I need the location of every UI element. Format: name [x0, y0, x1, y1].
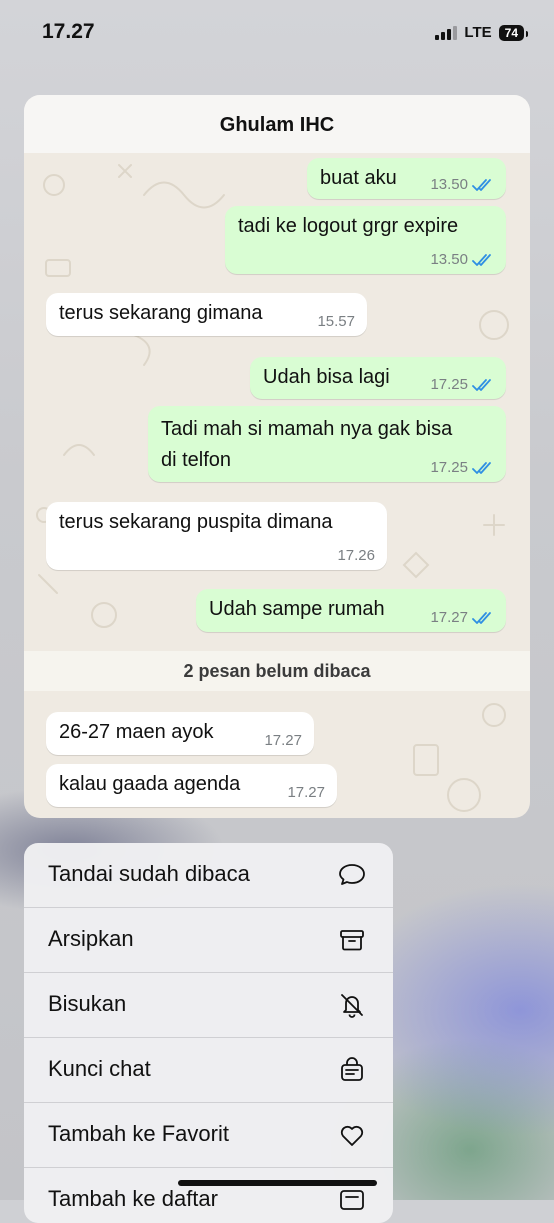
message-text: terus sekarang puspita dimana [59, 511, 333, 533]
message-outgoing[interactable]: Tadi mah si mamah nya gak bisa di telfon… [148, 406, 506, 482]
menu-item-label: Tambah ke Favorit [48, 1121, 229, 1146]
message-text-line: Tadi mah si mamah nya gak bisa [161, 418, 453, 440]
bell-slash-icon [341, 994, 363, 1018]
lock-chat-icon [341, 1057, 363, 1081]
message-text: buat aku [320, 167, 397, 189]
home-indicator[interactable] [178, 1180, 377, 1186]
message-time: 17.26 [337, 547, 375, 564]
message-text: Udah bisa lagi [263, 366, 390, 388]
message-outgoing[interactable]: Udah bisa lagi 17.25 [250, 357, 506, 399]
chat-bubble-icon [339, 864, 365, 885]
signal-icon [435, 25, 458, 40]
menu-item-lock-chat[interactable]: Kunci chat [24, 1038, 393, 1103]
network-type: LTE [464, 24, 492, 41]
menu-item-archive[interactable]: Arsipkan [24, 908, 393, 973]
menu-item-mute[interactable]: Bisukan [24, 973, 393, 1038]
message-incoming[interactable]: terus sekarang puspita dimana 17.26 [46, 502, 387, 570]
status-time: 17.27 [42, 20, 95, 43]
message-time: 17.27 [287, 784, 325, 801]
message-outgoing[interactable]: buat aku 13.50 [307, 158, 506, 199]
message-outgoing[interactable]: tadi ke logout grgr expire 13.50 [225, 206, 506, 274]
double-check-icon [472, 253, 491, 266]
menu-item-mark-read[interactable]: Tandai sudah dibaca [24, 843, 393, 908]
chat-context-menu: Tandai sudah dibaca Arsipkan Bisukan Kun… [24, 843, 393, 1223]
message-text: kalau gaada agenda [59, 773, 241, 795]
chat-title: Ghulam IHC [24, 95, 530, 153]
battery-icon: 74 [498, 24, 529, 41]
unread-messages-banner: 2 pesan belum dibaca [24, 651, 530, 691]
menu-item-label: Tambah ke daftar [48, 1186, 218, 1211]
message-time: 13.50 [430, 176, 468, 193]
chat-preview[interactable]: Ghulam IHC buat aku 13.50 tadi ke logout… [24, 95, 530, 818]
menu-item-label: Kunci chat [48, 1056, 151, 1081]
message-text: 26-27 maen ayok [59, 721, 214, 743]
message-outgoing[interactable]: Udah sampe rumah 17.27 [196, 589, 506, 632]
menu-item-label: Arsipkan [48, 926, 134, 951]
message-incoming[interactable]: kalau gaada agenda 17.27 [46, 764, 337, 807]
menu-item-add-favorite[interactable]: Tambah ke Favorit [24, 1103, 393, 1168]
status-bar: 17.27 LTE 74 [0, 0, 554, 68]
message-time: 17.25 [430, 376, 468, 393]
message-time: 17.27 [430, 609, 468, 626]
message-incoming[interactable]: 26-27 maen ayok 17.27 [46, 712, 314, 755]
double-check-icon [472, 611, 491, 624]
double-check-icon [472, 178, 491, 191]
message-time: 17.27 [264, 732, 302, 749]
double-check-icon [472, 378, 491, 391]
menu-item-label: Bisukan [48, 991, 127, 1016]
menu-item-label: Tandai sudah dibaca [48, 861, 250, 886]
menu-item-add-to-list[interactable]: Tambah ke daftar [24, 1168, 393, 1223]
message-time: 13.50 [430, 251, 468, 268]
list-add-icon [340, 1190, 364, 1210]
message-text-line: di telfon [161, 449, 232, 471]
message-incoming[interactable]: terus sekarang gimana 15.57 [46, 293, 367, 336]
double-check-icon [472, 461, 491, 474]
message-text: tadi ke logout grgr expire [238, 215, 459, 237]
message-time: 17.25 [430, 459, 468, 476]
status-indicators: LTE 74 [435, 24, 529, 41]
heart-icon [340, 1125, 364, 1146]
message-text: Udah sampe rumah [209, 598, 385, 620]
archive-icon [340, 930, 364, 951]
message-time: 15.57 [317, 313, 355, 330]
message-text: terus sekarang gimana [59, 302, 263, 324]
